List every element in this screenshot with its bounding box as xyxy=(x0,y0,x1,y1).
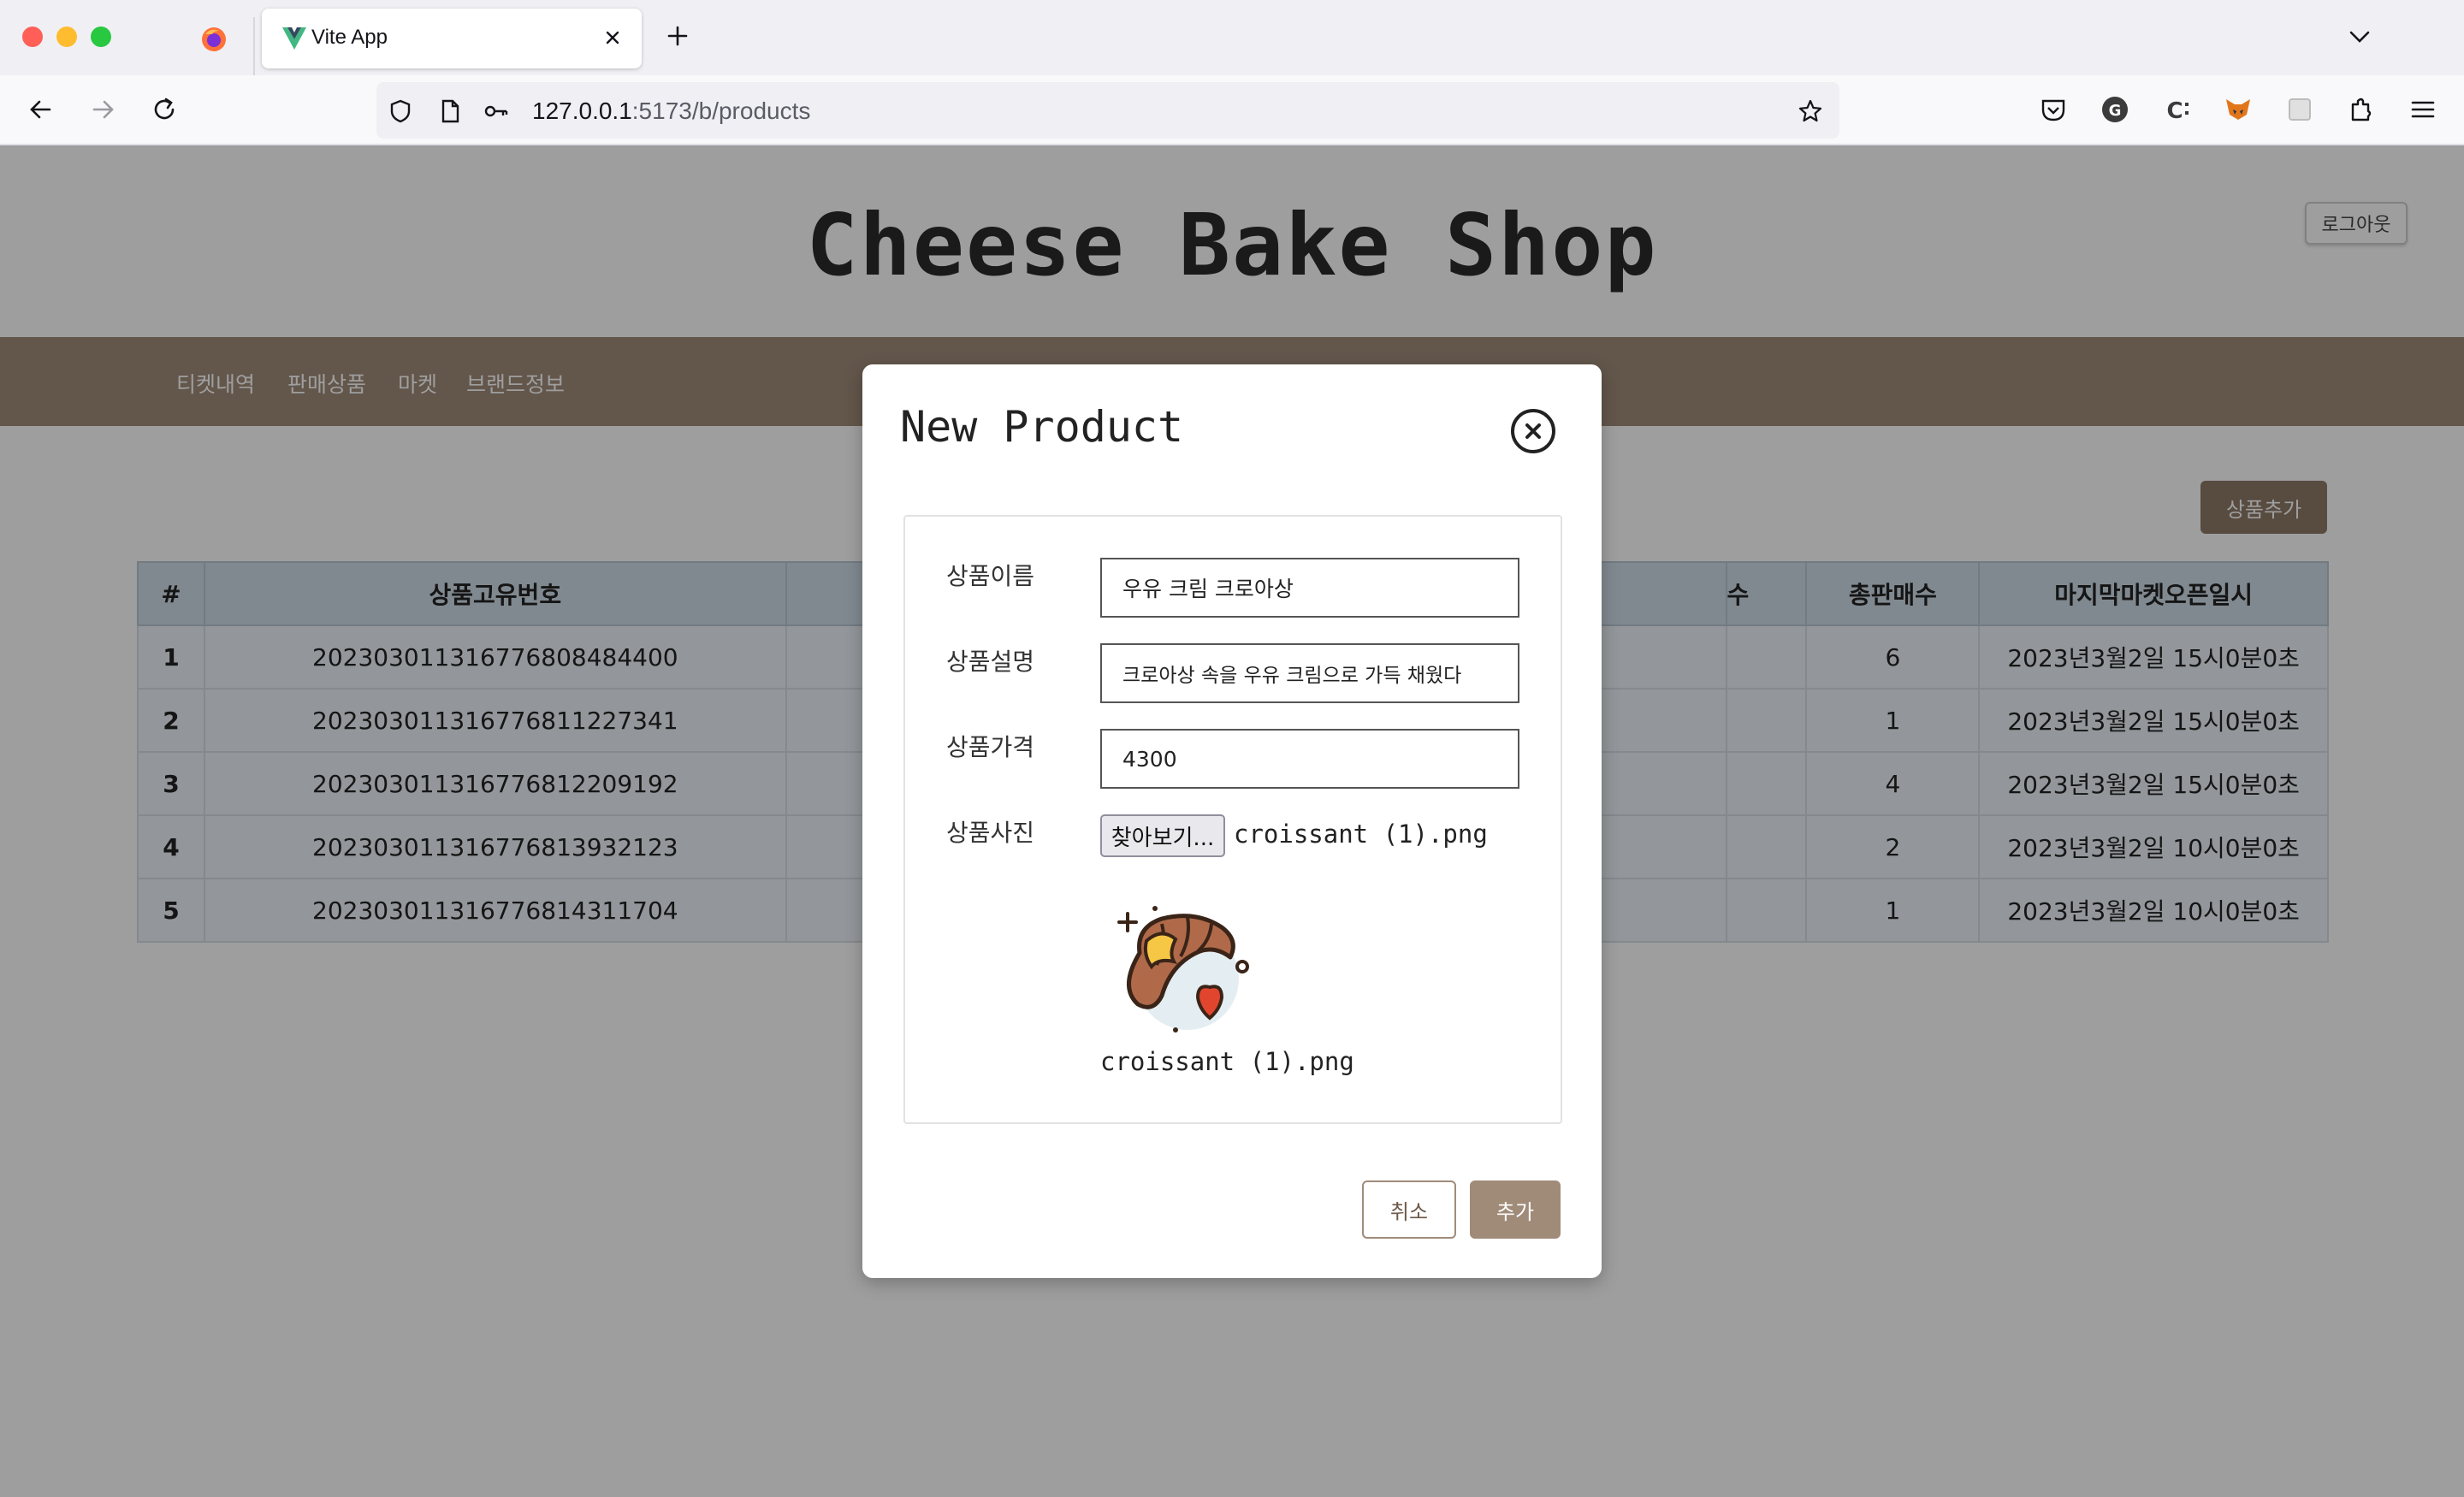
url-text[interactable]: 127.0.0.1:5173/b/products xyxy=(532,98,810,125)
photo-label: 상품사진 xyxy=(946,819,1035,847)
close-circle-icon[interactable] xyxy=(1509,407,1557,455)
browser-tab-bar: Vite App xyxy=(0,0,2464,75)
forward-arrow-icon[interactable] xyxy=(86,92,120,127)
new-product-modal: New Product 상품이름 우유 크림 크로아상 상품설명 크로아상 속을… xyxy=(862,364,1602,1278)
window-close-button[interactable] xyxy=(22,27,43,47)
description-label: 상품설명 xyxy=(946,648,1035,676)
name-field[interactable]: 우유 크림 크로아상 xyxy=(1100,558,1519,618)
selected-file-name: croissant (1).png xyxy=(1234,820,1488,849)
grammarly-icon[interactable]: G xyxy=(2098,92,2132,127)
preview-caption: croissant (1).png xyxy=(1100,1047,1354,1076)
cancel-button[interactable]: 취소 xyxy=(1362,1180,1456,1239)
pocket-icon[interactable] xyxy=(2036,92,2070,127)
croissant-image xyxy=(1117,906,1249,1033)
shield-icon[interactable] xyxy=(387,98,414,125)
product-form: 상품이름 우유 크림 크로아상 상품설명 크로아상 속을 우유 크림으로 가득 … xyxy=(903,515,1562,1124)
url-bar[interactable]: 127.0.0.1:5173/b/products xyxy=(376,82,1839,139)
name-label: 상품이름 xyxy=(946,562,1035,590)
extensions-puzzle-icon[interactable] xyxy=(2344,92,2378,127)
new-tab-plus-icon[interactable] xyxy=(662,21,693,51)
page-icon[interactable] xyxy=(436,98,464,125)
hamburger-menu-icon[interactable] xyxy=(2406,92,2440,127)
back-arrow-icon[interactable] xyxy=(24,92,58,127)
description-field[interactable]: 크로아상 속을 우유 크림으로 가득 채웠다 xyxy=(1100,643,1519,703)
reload-icon[interactable] xyxy=(147,92,181,127)
chevron-down-icon[interactable] xyxy=(2344,24,2375,50)
firefox-view-icon[interactable] xyxy=(198,24,229,55)
metamask-fox-icon[interactable] xyxy=(2221,92,2255,127)
window-zoom-button[interactable] xyxy=(91,27,111,47)
extension-grid-icon[interactable] xyxy=(2283,92,2317,127)
vue-logo-icon xyxy=(282,27,306,50)
modal-title: New Product xyxy=(900,402,1184,452)
tab-title: Vite App xyxy=(311,26,388,49)
price-label: 상품가격 xyxy=(946,733,1035,761)
close-icon[interactable] xyxy=(599,24,626,51)
tab-vite-app[interactable]: Vite App xyxy=(262,9,642,68)
bookmark-star-icon[interactable] xyxy=(1797,98,1824,125)
browse-file-button[interactable]: 찾아보기... xyxy=(1100,814,1225,857)
price-field[interactable]: 4300 xyxy=(1100,729,1519,789)
svg-text:G: G xyxy=(2109,102,2122,120)
svg-text:C: C xyxy=(2166,98,2183,124)
add-button[interactable]: 추가 xyxy=(1470,1180,1561,1239)
extension-c-icon[interactable]: C xyxy=(2159,92,2194,127)
key-icon[interactable] xyxy=(483,98,510,125)
browser-nav-bar: 127.0.0.1:5173/b/products G C xyxy=(0,75,2464,145)
window-minimize-button[interactable] xyxy=(56,27,77,47)
tab-separator xyxy=(253,17,255,75)
